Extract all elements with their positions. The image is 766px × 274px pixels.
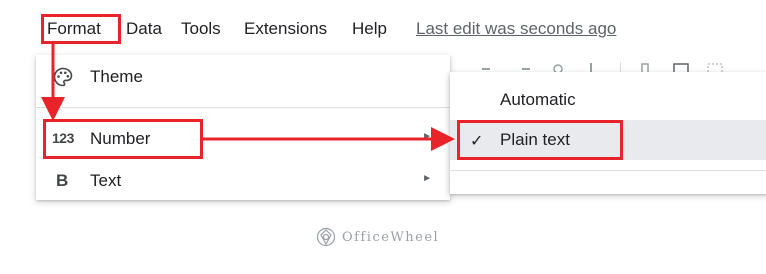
- watermark-text: OfficeWheel: [342, 229, 440, 245]
- officewheel-logo-icon: [316, 227, 336, 247]
- watermark: OfficeWheel: [316, 226, 439, 248]
